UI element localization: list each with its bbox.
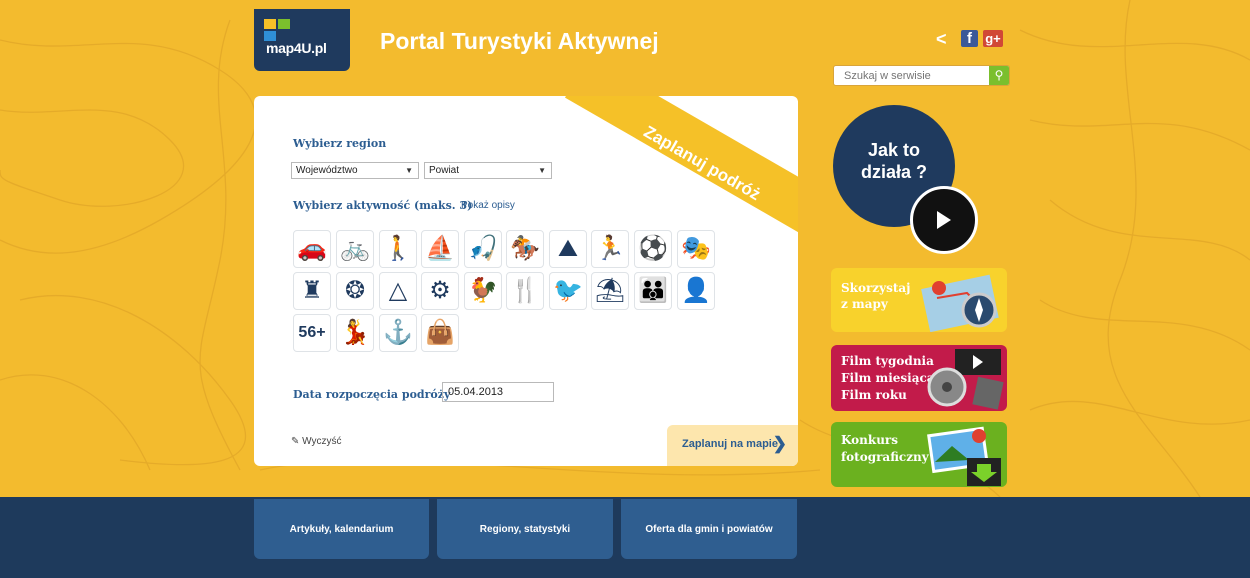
- search-input[interactable]: [834, 66, 988, 85]
- how-it-works-text: Jak to działa ?: [850, 139, 938, 183]
- gears-icon[interactable]: ⚙: [421, 272, 459, 310]
- share-icon[interactable]: <: [936, 29, 956, 49]
- running-icon[interactable]: 🏃: [591, 230, 629, 268]
- deckchair-icon[interactable]: ⛱: [591, 272, 629, 310]
- show-descriptions-link[interactable]: Pokaż opisy: [461, 200, 515, 211]
- trip-planner-panel: Zaplanuj podróż Wybierz region Województ…: [254, 96, 798, 466]
- compass-map-icon: [921, 274, 999, 332]
- play-icon: [937, 211, 951, 229]
- logo-square-green: [278, 19, 290, 29]
- fishing-icon[interactable]: 🎣: [464, 230, 502, 268]
- film-reel-icon: [927, 349, 1004, 410]
- sailing-icon[interactable]: ⛵: [421, 230, 459, 268]
- use-map-line-1: Skorzystaj: [841, 281, 911, 295]
- eye-triangle-icon[interactable]: △: [379, 272, 417, 310]
- clear-button[interactable]: ✎ Wyczyść: [291, 436, 342, 447]
- page-title: Portal Turystyki Aktywnej: [380, 28, 659, 54]
- clear-label: Wyczyść: [302, 436, 342, 447]
- tab-offer-municipalities[interactable]: Oferta dla gmin i powiatów: [621, 499, 797, 559]
- start-date-input[interactable]: 05.04.2013: [442, 382, 554, 402]
- region-label: Wybierz region: [293, 137, 387, 150]
- family-icon[interactable]: 👪: [634, 272, 672, 310]
- search-box: ⚲: [833, 65, 1010, 86]
- knight-helmet-icon[interactable]: ♜: [293, 272, 331, 310]
- portrait-icon[interactable]: 👤: [677, 272, 715, 310]
- monk-icon[interactable]: ⚓: [379, 314, 417, 352]
- use-map-tile[interactable]: Skorzystaj z mapy: [831, 268, 1007, 332]
- rooster-icon[interactable]: 🐓: [464, 272, 502, 310]
- football-icon[interactable]: ⚽: [634, 230, 672, 268]
- bicycle-icon[interactable]: 🚲: [336, 230, 374, 268]
- mountains-icon[interactable]: ⛰: [549, 230, 587, 268]
- photo-contest-tile[interactable]: Konkurs fotograficzny: [831, 422, 1007, 487]
- car-icon[interactable]: 🚗: [293, 230, 331, 268]
- facebook-icon[interactable]: f: [961, 30, 978, 47]
- how-it-works-line-1: Jak to: [867, 140, 921, 160]
- film-tile[interactable]: Film tygodnia Film miesiąca Film roku: [831, 345, 1007, 411]
- cannon-icon[interactable]: ❂: [336, 272, 374, 310]
- county-value: Powiat: [429, 165, 460, 176]
- ribbon-banner: [565, 96, 798, 248]
- logo-text: map4U.pl: [266, 40, 327, 56]
- logo-square-yellow: [264, 19, 276, 29]
- photo-contest-line-2: fotograficzny: [841, 450, 929, 464]
- film-year-label: Film roku: [841, 388, 907, 402]
- site-logo[interactable]: map4U.pl: [254, 9, 350, 71]
- cutlery-icon[interactable]: 🍴: [506, 272, 544, 310]
- plan-button-label: Zaplanuj na mapie: [682, 438, 778, 450]
- hiking-icon[interactable]: 🚶: [379, 230, 417, 268]
- photo-contest-line-1: Konkurs: [841, 433, 899, 447]
- chevron-right-icon: ❯: [772, 434, 787, 453]
- shopping-bag-icon[interactable]: 👜: [421, 314, 459, 352]
- dancer-icon[interactable]: 💃: [336, 314, 374, 352]
- photo-download-icon: [927, 426, 1001, 486]
- bird-icon[interactable]: 🐦: [549, 272, 587, 310]
- chevron-down-icon: ▼: [538, 166, 546, 175]
- horse-riding-icon[interactable]: 🏇: [506, 230, 544, 268]
- start-date-label: Data rozpoczęcia podróży: [293, 388, 451, 401]
- google-plus-icon[interactable]: g+: [983, 30, 1003, 47]
- search-icon[interactable]: ⚲: [989, 66, 1009, 85]
- eraser-icon: ✎: [291, 436, 300, 447]
- use-map-line-2: z mapy: [841, 297, 888, 311]
- how-it-works-line-2: działa ?: [860, 162, 927, 182]
- theatre-masks-icon[interactable]: 🎭: [677, 230, 715, 268]
- voivodeship-select[interactable]: Województwo ▼: [291, 162, 419, 179]
- activity-label: Wybierz aktywność (maks. 3): [293, 199, 473, 212]
- voivodeship-value: Województwo: [296, 165, 358, 176]
- chevron-down-icon: ▼: [405, 166, 413, 175]
- seniors-56-plus-button[interactable]: 56+: [293, 314, 331, 352]
- plan-on-map-button[interactable]: Zaplanuj na mapie ❯: [667, 425, 798, 466]
- tab-articles-calendar[interactable]: Artykuły, kalendarium: [254, 499, 429, 559]
- tab-regions-statistics[interactable]: Regiony, statystyki: [437, 499, 613, 559]
- county-select[interactable]: Powiat ▼: [424, 162, 552, 179]
